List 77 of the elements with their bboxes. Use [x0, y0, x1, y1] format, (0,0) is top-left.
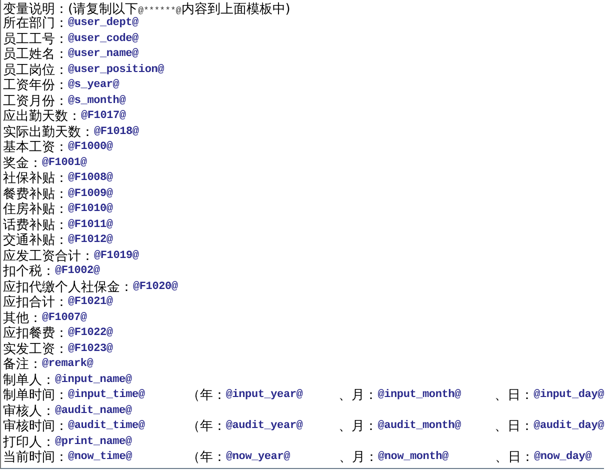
field-label: 所在部门： [3, 15, 68, 32]
variable-code: @now_month@ [378, 451, 448, 464]
variable-code: @input_month@ [378, 389, 461, 402]
field-label: 审核时间： [3, 418, 68, 435]
variable-code: @user_code@ [68, 32, 138, 45]
variable-code: @input_year@ [226, 389, 303, 402]
field-label: 审核人： [3, 402, 55, 419]
variable-code: @F1022@ [68, 327, 113, 340]
field-label: （年： [187, 449, 226, 466]
variable-code: @input_name@ [55, 374, 132, 386]
variable-code: @audit_name@ [55, 404, 132, 417]
field-label: 备注： [3, 356, 42, 373]
variable-code: @F1008@ [68, 172, 113, 184]
variable-code: @F1002@ [55, 265, 100, 278]
field-label: 实际出勤天数： [3, 124, 94, 140]
field-label: 员工姓名： [3, 46, 68, 63]
variable-code: @F1007@ [42, 312, 87, 324]
field-label: 应发工资合计： [3, 248, 94, 264]
field-label: 应出勤天数： [3, 108, 81, 125]
field-label: 扣个税： [3, 263, 55, 280]
field-label: 应扣合计： [3, 294, 68, 311]
variable-code: @s_month@ [68, 94, 126, 107]
variable-code: @F1001@ [42, 156, 87, 169]
field-label: 基本工资： [3, 139, 68, 156]
field-label: 当前时间： [3, 449, 68, 466]
instruction-text: 变量说明：(请复制以下@******@内容到上面模板中) [3, 1, 292, 16]
field-label: 员工岗位： [3, 62, 68, 78]
field-label: 打印人： [3, 434, 55, 450]
variable-code: @F1021@ [68, 296, 113, 308]
field-label: 奖金： [3, 154, 42, 171]
variable-code: @F1011@ [68, 218, 113, 231]
variable-code: @now_year@ [226, 451, 290, 464]
field-label: 应扣代缴个人社保金： [3, 278, 133, 295]
field-label: 交通补贴： [3, 232, 68, 249]
field-label: 制单时间： [3, 387, 68, 404]
field-label: 、月： [339, 449, 378, 466]
field-label: 其他： [3, 310, 42, 326]
field-label: 工资年份： [3, 77, 68, 94]
field-label: 工资月份： [3, 92, 68, 109]
variable-code: @input_day@ [534, 389, 604, 402]
field-label: 、月： [338, 387, 378, 404]
variable-code: @audit_day@ [534, 420, 604, 432]
field-label: 实发工资： [3, 340, 68, 357]
variable-code: @remark@ [42, 358, 94, 370]
variable-code: @F1017@ [81, 110, 126, 122]
variable-code: @now_day@ [534, 451, 592, 464]
variable-code: @print_name@ [55, 436, 132, 448]
field-label: 员工工号： [3, 30, 68, 48]
variable-code: @now_time@ [68, 451, 132, 464]
variable-code: @user_position@ [68, 64, 164, 76]
field-label: （年： [186, 387, 226, 404]
variable-code: @F1000@ [68, 141, 113, 154]
field-label: 、日： [495, 449, 534, 466]
variable-code: @s_year@ [68, 79, 120, 92]
field-label: 制单人： [3, 372, 55, 388]
variable-code: @F1018@ [94, 126, 139, 138]
variable-code: @input_time@ [68, 389, 145, 402]
variable-code: @F1019@ [94, 250, 139, 262]
variable-code: @F1020@ [133, 280, 178, 293]
variable-code: @F1009@ [68, 188, 113, 200]
field-label: 应扣餐费： [3, 325, 68, 342]
variable-code: @audit_year@ [226, 420, 303, 432]
variable-code: @user_dept@ [68, 17, 138, 30]
variable-code: @audit_month@ [378, 420, 461, 432]
field-label: 、日： [494, 387, 534, 404]
field-label: 住房补贴： [3, 201, 68, 218]
field-label: （年： [186, 418, 226, 436]
variable-code: @user_name@ [68, 48, 138, 60]
field-label: 、日： [494, 418, 534, 436]
variable-code: @audit_time@ [68, 420, 145, 432]
variable-code: @F1012@ [68, 234, 113, 246]
field-label: 社保补贴： [3, 170, 68, 187]
variable-code: @F1023@ [68, 342, 113, 355]
variable-code: @F1010@ [68, 203, 113, 216]
field-label: 、月： [338, 418, 378, 436]
field-label: 话费补贴： [3, 216, 68, 233]
field-label: 餐费补贴： [3, 186, 68, 202]
